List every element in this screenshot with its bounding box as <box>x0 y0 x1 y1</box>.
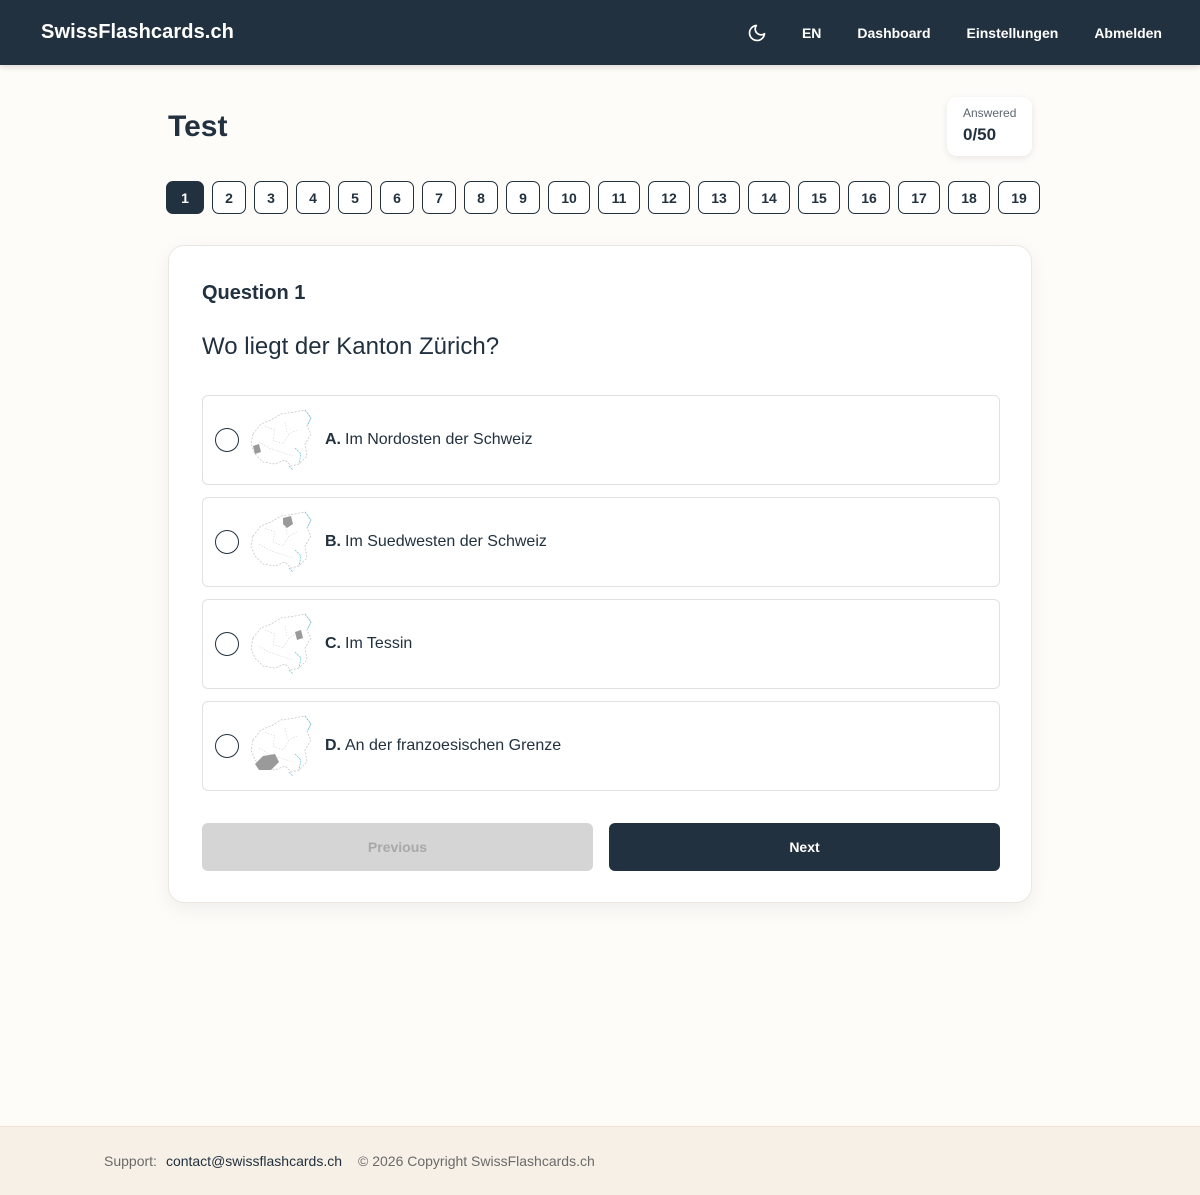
question-number-button[interactable]: 12 <box>648 181 690 214</box>
nav-link-dashboard[interactable]: Dashboard <box>857 25 930 41</box>
previous-button[interactable]: Previous <box>202 823 593 871</box>
support-email-link[interactable]: contact@swissflashcards.ch <box>166 1153 342 1169</box>
language-toggle[interactable]: EN <box>802 25 821 41</box>
question-number-strip[interactable]: 1 2 3 4 5 6 7 8 9 10 11 12 13 14 15 16 17 18 19 <box>166 181 1041 215</box>
question-card: Question 1 Wo liegt der Kanton Zürich? A… <box>168 245 1032 903</box>
swiss-map-icon <box>250 613 312 675</box>
question-number-button[interactable]: 19 <box>998 181 1040 214</box>
answer-option-a[interactable]: A. Im Nordosten der Schweiz <box>202 395 1000 485</box>
question-number-button[interactable]: 10 <box>548 181 590 214</box>
question-number-button[interactable]: 8 <box>464 181 498 214</box>
question-number-button[interactable]: 15 <box>798 181 840 214</box>
answer-option-text: D. An der franzoesischen Grenze <box>325 737 562 754</box>
moon-icon[interactable] <box>746 22 768 44</box>
radio-button[interactable] <box>215 734 239 758</box>
swiss-map-icon <box>250 511 312 573</box>
top-navbar: SwissFlashcards.ch EN Dashboard Einstell… <box>0 0 1200 65</box>
answer-option-b[interactable]: B. Im Suedwesten der Schweiz <box>202 497 1000 587</box>
answer-option-d[interactable]: D. An der franzoesischen Grenze <box>202 701 1000 791</box>
footer: Support: contact@swissflashcards.ch © 20… <box>0 1126 1200 1195</box>
answered-label: Answered <box>963 106 1017 120</box>
question-text: Wo liegt der Kanton Zürich? <box>202 333 500 360</box>
nav-right: EN Dashboard Einstellungen Abmelden <box>746 22 1162 44</box>
question-number-button[interactable]: 13 <box>698 181 740 214</box>
radio-button[interactable] <box>215 428 239 452</box>
swiss-map-icon <box>250 409 312 471</box>
brand-logo[interactable]: SwissFlashcards.ch <box>41 21 234 44</box>
question-number-button[interactable]: 4 <box>296 181 330 214</box>
question-number-button[interactable]: 16 <box>848 181 890 214</box>
nav-link-abmelden[interactable]: Abmelden <box>1094 25 1162 41</box>
radio-button[interactable] <box>215 632 239 656</box>
question-number-button[interactable]: 7 <box>422 181 456 214</box>
question-number-button[interactable]: 3 <box>254 181 288 214</box>
nav-link-einstellungen[interactable]: Einstellungen <box>967 25 1059 41</box>
question-number-button[interactable]: 11 <box>598 181 640 214</box>
next-button[interactable]: Next <box>609 823 1000 871</box>
question-number-button[interactable]: 9 <box>506 181 540 214</box>
question-number-button[interactable]: 14 <box>748 181 790 214</box>
question-number-button[interactable]: 5 <box>338 181 372 214</box>
answer-option-text: A. Im Nordosten der Schweiz <box>325 431 533 448</box>
question-number-button[interactable]: 2 <box>212 181 246 214</box>
question-number-button[interactable]: 17 <box>898 181 940 214</box>
answered-value: 0/50 <box>963 125 997 144</box>
answered-counter: Answered 0/50 <box>947 97 1032 156</box>
answer-option-text: C. Im Tessin <box>325 635 413 652</box>
swiss-map-icon <box>250 715 312 777</box>
copyright-text: © 2026 Copyright SwissFlashcards.ch <box>358 1153 595 1169</box>
answer-option-text: B. Im Suedwesten der Schweiz <box>325 533 547 550</box>
page-title: Test <box>168 110 228 143</box>
question-number-button[interactable]: 6 <box>380 181 414 214</box>
question-number-button[interactable]: 1 <box>166 181 204 214</box>
support-label: Support: <box>104 1153 157 1169</box>
question-label: Question 1 <box>202 282 306 304</box>
radio-button[interactable] <box>215 530 239 554</box>
answer-option-c[interactable]: C. Im Tessin <box>202 599 1000 689</box>
question-number-button[interactable]: 18 <box>948 181 990 214</box>
